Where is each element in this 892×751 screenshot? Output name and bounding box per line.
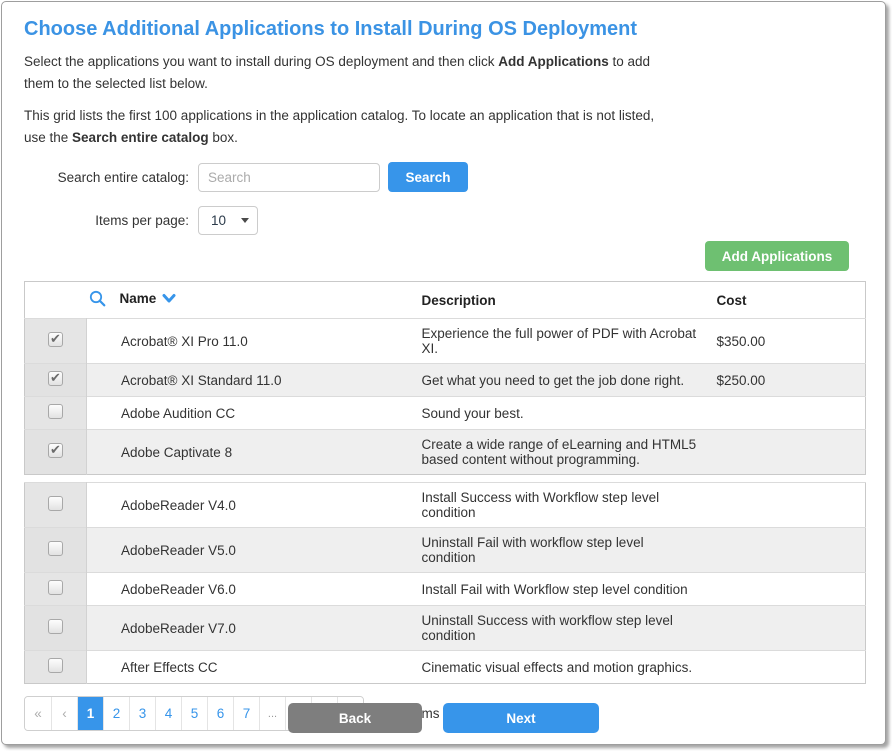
app-cost: $350.00 (709, 319, 866, 364)
dialog-window: Choose Additional Applications to Instal… (1, 1, 886, 745)
add-applications-row: Add Applications (24, 241, 849, 271)
row-checkbox[interactable] (48, 541, 63, 556)
table-row: AdobeReader V6.0 Install Fail with Workf… (25, 573, 866, 606)
app-description: Get what you need to get the job done ri… (414, 364, 709, 397)
name-column-label: Name (120, 291, 157, 306)
footer-buttons: Back Next (2, 703, 885, 733)
row-select-cell (25, 319, 87, 364)
cost-column-header[interactable]: Cost (709, 282, 866, 319)
items-per-page-row: Items per page: 10 (24, 206, 863, 235)
app-description: Experience the full power of PDF with Ac… (414, 319, 709, 364)
app-name: After Effects CC (87, 651, 414, 684)
chevron-down-icon (162, 293, 176, 304)
row-select-cell (25, 364, 87, 397)
next-button[interactable]: Next (443, 703, 599, 733)
row-checkbox[interactable] (48, 658, 63, 673)
table-row: AdobeReader V7.0 Uninstall Success with … (25, 606, 866, 651)
row-checkbox[interactable] (48, 332, 63, 347)
row-select-cell (25, 606, 87, 651)
table-row: Acrobat® XI Pro 11.0 Experience the full… (25, 319, 866, 364)
app-name: Acrobat® XI Standard 11.0 (87, 364, 414, 397)
row-checkbox[interactable] (48, 443, 63, 458)
caret-down-icon (241, 218, 249, 223)
page-title: Choose Additional Applications to Instal… (24, 18, 863, 41)
applications-grid-continued: AdobeReader V4.0 Install Success with Wo… (24, 482, 866, 684)
app-cost: $250.00 (709, 364, 866, 397)
table-row: AdobeReader V4.0 Install Success with Wo… (25, 483, 866, 528)
table-row: Adobe Audition CC Sound your best. (25, 397, 866, 430)
description-column-header[interactable]: Description (414, 282, 709, 319)
intro-paragraph-2: This grid lists the first 100 applicatio… (24, 105, 679, 149)
app-description: Install Fail with Workflow step level co… (414, 573, 709, 606)
app-name: AdobeReader V7.0 (87, 606, 414, 651)
table-row: AdobeReader V5.0 Uninstall Fail with wor… (25, 528, 866, 573)
items-per-page-value: 10 (211, 213, 226, 228)
table-row: After Effects CC Cinematic visual effect… (25, 651, 866, 684)
app-name: Adobe Captivate 8 (87, 430, 414, 475)
intro-paragraph-1: Select the applications you want to inst… (24, 51, 679, 95)
app-description: Install Success with Workflow step level… (414, 483, 709, 528)
search-icon[interactable] (89, 290, 106, 307)
grid-section-gap (24, 475, 863, 482)
app-name: AdobeReader V5.0 (87, 528, 414, 573)
row-select-cell (25, 483, 87, 528)
app-cost (709, 606, 866, 651)
row-checkbox[interactable] (48, 371, 63, 386)
app-cost (709, 651, 866, 684)
app-name: Acrobat® XI Pro 11.0 (87, 319, 414, 364)
row-select-cell (25, 528, 87, 573)
app-description: Create a wide range of eLearning and HTM… (414, 430, 709, 475)
row-select-cell (25, 430, 87, 475)
row-select-cell (25, 397, 87, 430)
intro-2-text-end: box. (209, 130, 238, 145)
app-description: Cinematic visual effects and motion grap… (414, 651, 709, 684)
app-name: Adobe Audition CC (87, 397, 414, 430)
app-cost (709, 573, 866, 606)
app-name: AdobeReader V4.0 (87, 483, 414, 528)
row-checkbox[interactable] (48, 404, 63, 419)
row-checkbox[interactable] (48, 496, 63, 511)
add-applications-button[interactable]: Add Applications (705, 241, 849, 271)
app-description: Sound your best. (414, 397, 709, 430)
app-cost (709, 397, 866, 430)
row-checkbox[interactable] (48, 580, 63, 595)
row-checkbox[interactable] (48, 619, 63, 634)
back-button[interactable]: Back (288, 703, 422, 733)
grid-header-row: Name Description Cost (25, 282, 866, 319)
items-per-page-label: Items per page: (24, 213, 198, 228)
items-per-page-select[interactable]: 10 (198, 206, 258, 235)
intro-1-bold: Add Applications (498, 54, 609, 69)
name-column-header[interactable]: Name (87, 282, 414, 319)
search-label: Search entire catalog: (24, 170, 198, 185)
intro-1-text: Select the applications you want to inst… (24, 54, 498, 69)
app-cost (709, 528, 866, 573)
app-name: AdobeReader V6.0 (87, 573, 414, 606)
search-button[interactable]: Search (388, 162, 468, 192)
select-column-header (25, 282, 87, 319)
table-row: Adobe Captivate 8 Create a wide range of… (25, 430, 866, 475)
app-description: Uninstall Fail with workflow step level … (414, 528, 709, 573)
applications-grid: Name Description Cost Acrobat® XI Pro 11… (24, 281, 866, 475)
app-description: Uninstall Success with workflow step lev… (414, 606, 709, 651)
table-row: Acrobat® XI Standard 11.0 Get what you n… (25, 364, 866, 397)
row-select-cell (25, 651, 87, 684)
row-select-cell (25, 573, 87, 606)
app-cost (709, 430, 866, 475)
intro-2-bold: Search entire catalog (72, 130, 209, 145)
search-row: Search entire catalog: Search (24, 162, 863, 192)
search-input[interactable] (198, 163, 380, 192)
app-cost (709, 483, 866, 528)
